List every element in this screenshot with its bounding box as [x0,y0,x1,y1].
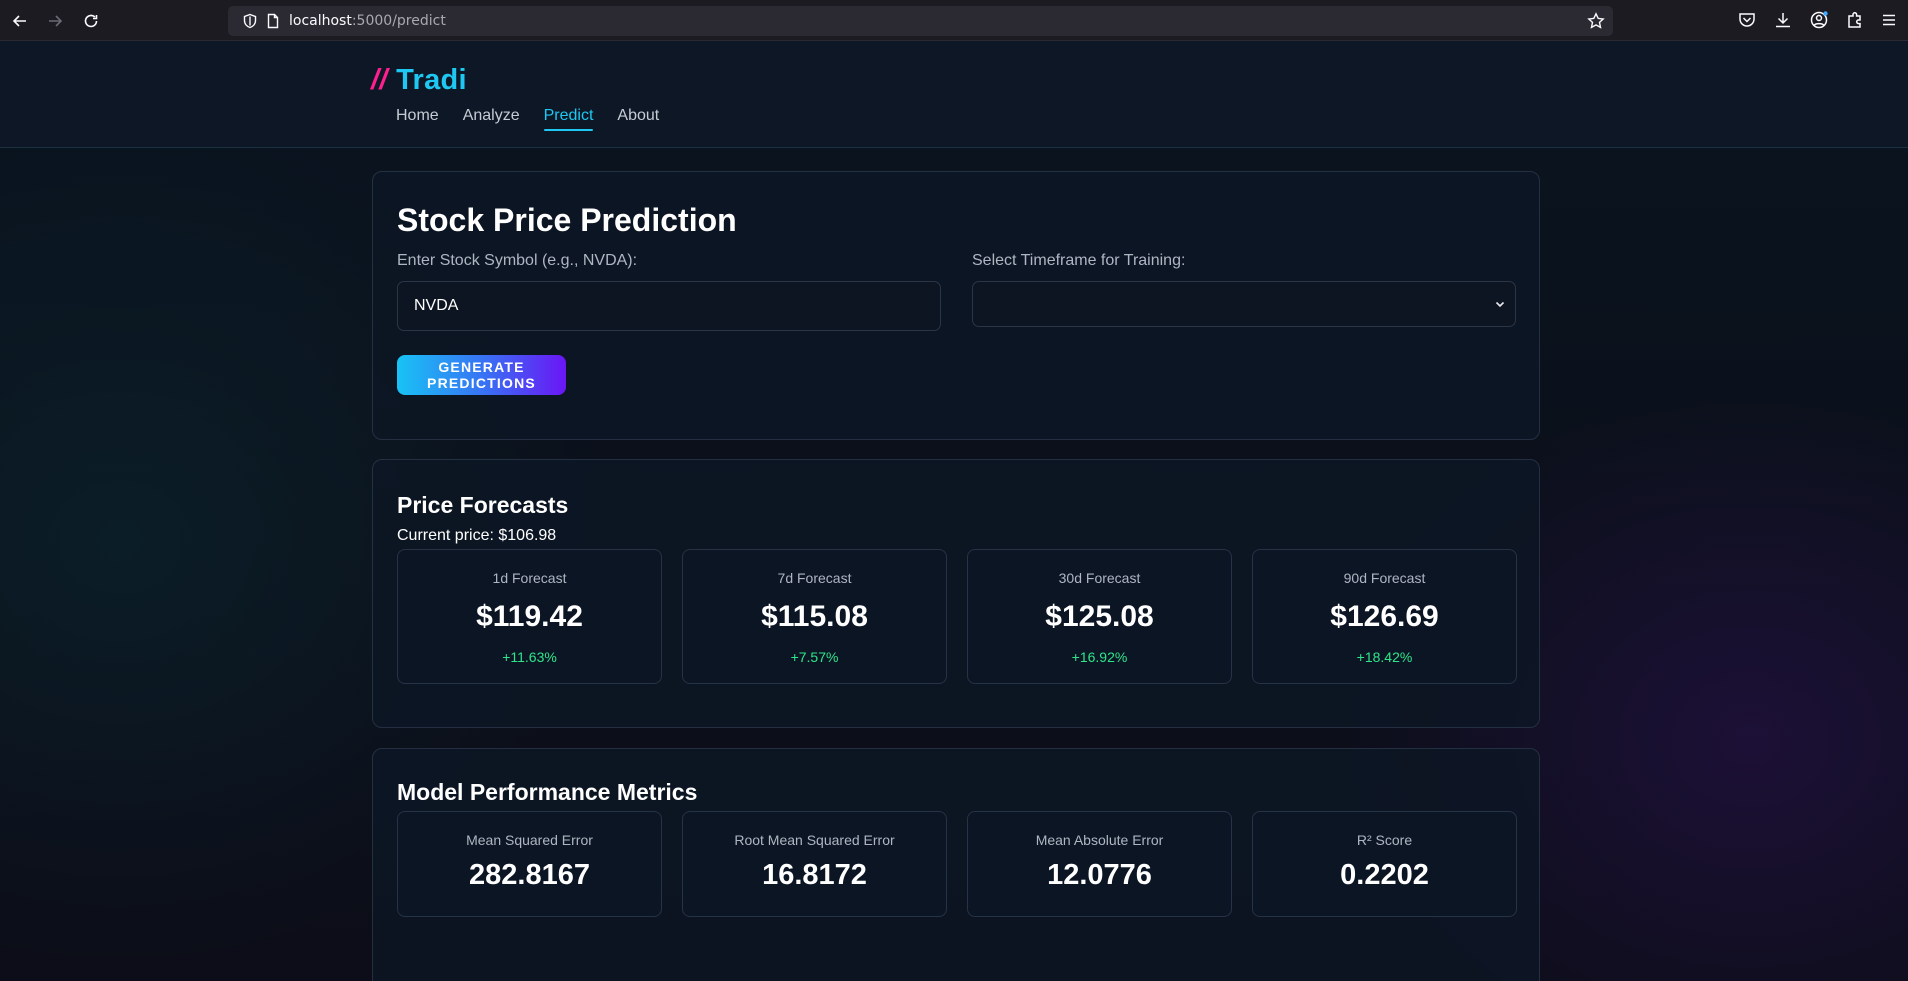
metric-tile-mse: Mean Squared Error 282.8167 [397,811,662,917]
forecast-tile-1d: 1d Forecast $119.42 +11.63% [397,549,662,684]
metric-label: R² Score [1356,832,1413,848]
forecast-tile-7d: 7d Forecast $115.08 +7.57% [682,549,947,684]
url-bar[interactable]: localhost:5000/predict [228,6,1613,36]
forecasts-title: Price Forecasts [397,492,569,518]
metrics-title: Model Performance Metrics [397,779,698,805]
extensions-icon[interactable] [1845,10,1865,30]
nav-home[interactable]: Home [396,107,439,129]
forecast-label: 1d Forecast [492,570,567,586]
brand-slashes: // [371,64,388,96]
timeframe-select[interactable] [972,281,1516,327]
forecast-change: +11.63% [502,649,557,665]
main-nav: Home Analyze Predict About [396,107,683,131]
nav-about[interactable]: About [617,107,659,129]
url-host: localhost [289,13,352,29]
metric-value: 282.8167 [469,859,590,891]
price-forecasts-card: Price Forecasts Current price: $106.98 1… [372,459,1540,728]
metric-tile-mae: Mean Absolute Error 12.0776 [967,811,1232,917]
forecast-change: +7.57% [790,649,839,665]
metric-value: 16.8172 [762,859,867,891]
forecast-change: +18.42% [1356,649,1413,665]
metric-value: 0.2202 [1340,859,1429,891]
forward-icon[interactable] [42,8,68,34]
forecast-label: 90d Forecast [1343,570,1426,586]
forecast-value: $115.08 [761,600,868,633]
back-icon[interactable] [7,8,33,34]
brand-logo[interactable]: // Tradi [371,64,467,97]
metric-label: Root Mean Squared Error [734,832,895,848]
page-icon[interactable] [265,13,281,29]
shield-icon[interactable] [242,13,258,29]
metric-tile-r2: R² Score 0.2202 [1252,811,1517,917]
forecast-value: $119.42 [476,600,583,633]
metric-label: Mean Absolute Error [1035,832,1164,848]
forecast-value: $125.08 [1045,600,1154,633]
forecast-tile-30d: 30d Forecast $125.08 +16.92% [967,549,1232,684]
browser-toolbar: localhost:5000/predict [0,0,1908,41]
metric-tiles: Mean Squared Error 282.8167 Root Mean Sq… [397,811,1517,917]
forecast-label: 7d Forecast [777,570,852,586]
download-icon[interactable] [1773,10,1793,30]
forecast-label: 30d Forecast [1058,570,1141,586]
account-icon[interactable] [1809,10,1829,30]
reload-icon[interactable] [78,8,104,34]
forecast-value: $126.69 [1330,600,1439,633]
symbol-label: Enter Stock Symbol (e.g., NVDA): [397,252,638,269]
generate-predictions-button[interactable]: GENERATE PREDICTIONS [397,355,566,395]
timeframe-label: Select Timeframe for Training: [972,252,1186,269]
prediction-form-card: Stock Price Prediction Enter Stock Symbo… [372,171,1540,440]
nav-analyze[interactable]: Analyze [463,107,520,129]
model-metrics-card: Model Performance Metrics Mean Squared E… [372,748,1540,981]
page-content: // Tradi Home Analyze Predict About Stoc… [0,41,1908,981]
metric-label: Mean Squared Error [466,832,593,848]
nav-predict[interactable]: Predict [543,107,593,131]
metric-tile-rmse: Root Mean Squared Error 16.8172 [682,811,947,917]
pocket-icon[interactable] [1737,10,1757,30]
current-price: Current price: $106.98 [397,527,557,544]
bookmark-star-icon[interactable] [1587,12,1605,30]
forecast-tiles: 1d Forecast $119.42 +11.63% 7d Forecast … [397,549,1517,684]
url-path: :5000/predict [351,13,446,29]
symbol-input[interactable] [397,281,941,331]
metric-value: 12.0776 [1047,859,1152,891]
menu-icon[interactable] [1879,10,1899,30]
forecast-tile-90d: 90d Forecast $126.69 +18.42% [1252,549,1517,684]
forecast-change: +16.92% [1071,649,1128,665]
brand-name: Tradi [396,64,467,96]
page-title: Stock Price Prediction [397,202,737,238]
site-header: // Tradi Home Analyze Predict About [0,41,1908,148]
chevron-down-icon [1495,301,1505,308]
url-text[interactable]: localhost:5000/predict [289,13,446,29]
